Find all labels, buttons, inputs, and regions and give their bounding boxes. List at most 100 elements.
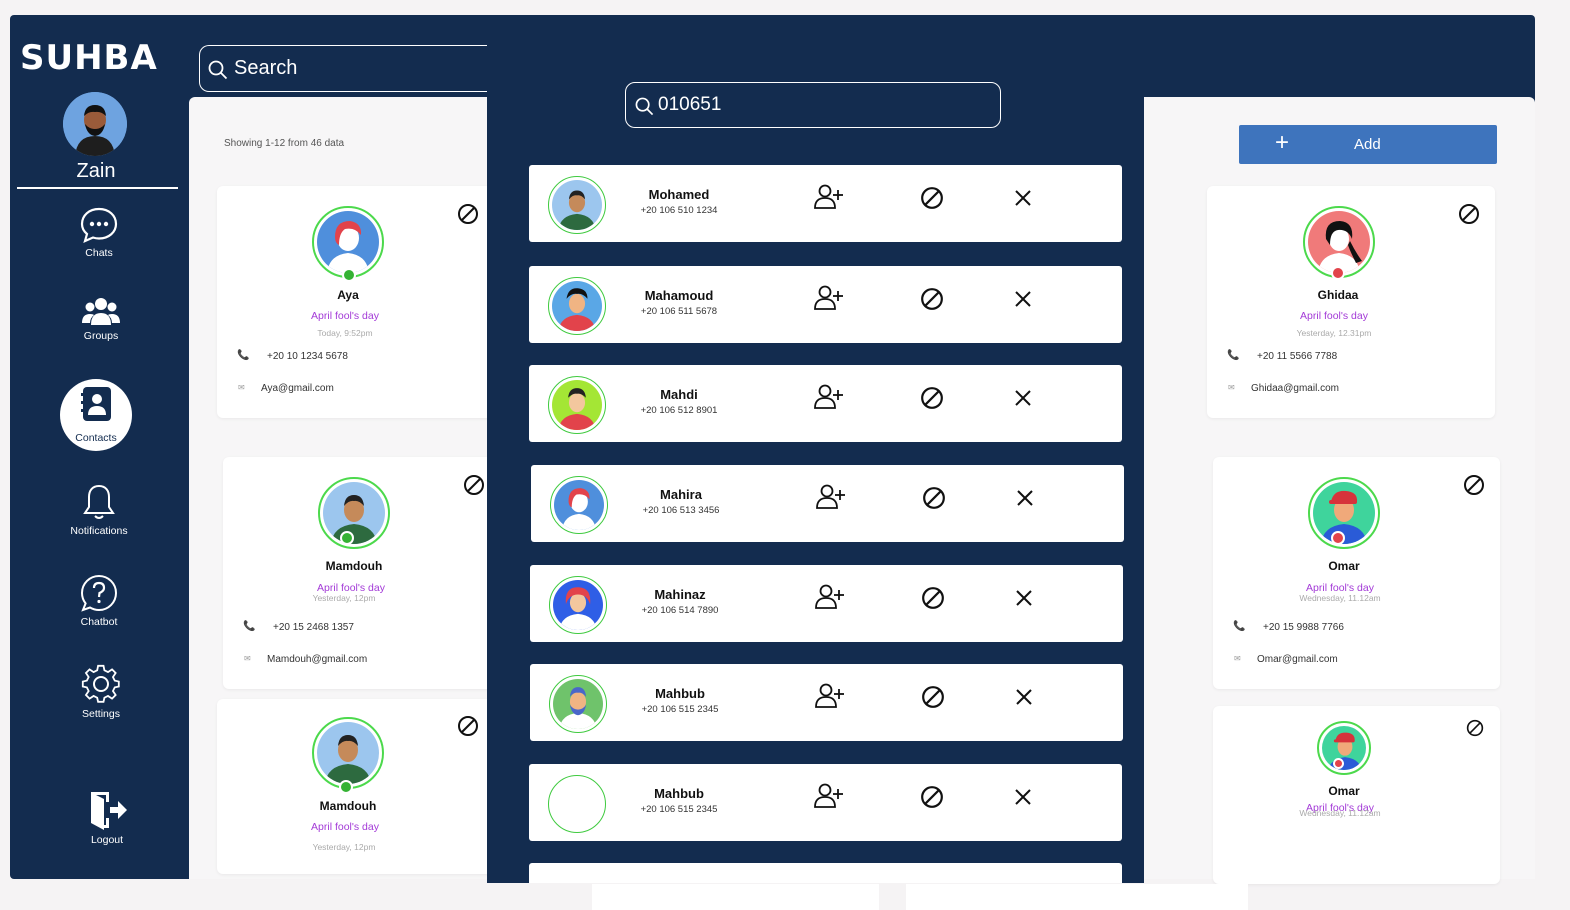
close-icon[interactable] <box>1013 289 1033 309</box>
phone-icon: 📞 <box>237 350 250 361</box>
nav-contacts[interactable]: Contacts <box>60 379 132 451</box>
add-contact-button[interactable]: + Add <box>1239 125 1497 164</box>
nav-groups[interactable]: Groups <box>41 296 161 342</box>
contact-card[interactable]: Omar April fool's day Wednesday, 11.12am <box>1213 706 1500 884</box>
contact-card[interactable]: Mamdouh April fool's day Yesterday, 12pm <box>217 699 492 874</box>
contact-time: Wednesday, 11.12am <box>1299 593 1381 603</box>
contact-phone: +20 15 2468 1357 <box>273 622 354 633</box>
contact-status: April fool's day <box>311 821 379 833</box>
user-avatar[interactable] <box>63 92 127 156</box>
block-icon[interactable] <box>457 203 479 225</box>
contact-phone: +20 11 5566 7788 <box>1257 351 1338 362</box>
close-icon[interactable] <box>1013 787 1033 807</box>
result-phone: +20 106 515 2345 <box>640 804 718 815</box>
result-avatar <box>549 576 607 634</box>
contact-avatar <box>1317 721 1371 775</box>
contact-card[interactable]: Aya April fool's day Today, 9:52pm 📞 +20… <box>217 186 492 418</box>
contact-card[interactable]: Mamdouh April fool's day Yesterday, 12pm… <box>223 457 493 689</box>
screen: SUHBA Zain Chats Groups Contacts Notific… <box>0 0 1570 910</box>
nav-label: Settings <box>82 708 120 720</box>
result-row-partial[interactable] <box>529 863 1122 883</box>
nav-chats[interactable]: Chats <box>39 207 159 259</box>
nav-logout[interactable]: Logout <box>47 790 167 846</box>
close-icon[interactable] <box>1014 687 1034 707</box>
result-avatar <box>550 476 608 534</box>
contact-name: Ghidaa <box>1317 288 1359 302</box>
add-contact-icon[interactable] <box>815 584 845 610</box>
contact-card[interactable]: Ghidaa April fool's day Yesterday, 12.31… <box>1207 186 1495 418</box>
block-icon[interactable] <box>921 685 945 709</box>
phone-icon: 📞 <box>243 621 256 632</box>
result-row[interactable]: Mahbub +20 106 515 2345 <box>530 664 1123 741</box>
result-avatar <box>548 277 606 335</box>
nav-label: Contacts <box>75 432 117 444</box>
close-icon[interactable] <box>1015 488 1035 508</box>
chat-bubble-icon <box>80 207 118 243</box>
result-avatar <box>548 176 606 234</box>
block-icon[interactable] <box>921 586 945 610</box>
background-panel <box>592 884 879 910</box>
result-row[interactable]: Mahamoud +20 106 511 5678 <box>529 266 1122 343</box>
contact-email: Aya@gmail.com <box>261 383 334 394</box>
add-contact-icon[interactable] <box>815 683 845 709</box>
block-icon[interactable] <box>920 186 944 210</box>
add-contact-icon[interactable] <box>814 184 844 210</box>
block-icon[interactable] <box>920 785 944 809</box>
block-icon[interactable] <box>463 474 485 496</box>
block-icon[interactable] <box>920 287 944 311</box>
add-contact-icon[interactable] <box>814 384 844 410</box>
contact-name: Omar <box>1328 784 1360 798</box>
result-row[interactable]: Mahbub +20 106 515 2345 <box>529 764 1122 841</box>
result-row[interactable]: Mohamed +20 106 510 1234 <box>529 165 1122 242</box>
result-row[interactable]: Mahinaz +20 106 514 7890 <box>530 565 1123 642</box>
close-icon[interactable] <box>1013 188 1033 208</box>
nav-settings[interactable]: Settings <box>41 664 161 720</box>
search-icon <box>208 60 228 80</box>
search-results-panel: 010651 Mohamed +20 106 510 1234 Mahamoud… <box>487 15 1144 883</box>
close-icon[interactable] <box>1013 388 1033 408</box>
result-phone: +20 106 510 1234 <box>640 205 718 216</box>
add-contact-icon[interactable] <box>814 783 844 809</box>
contact-time: Yesterday, 12.31pm <box>1296 328 1372 338</box>
bell-icon <box>83 484 115 519</box>
add-contact-icon[interactable] <box>816 484 846 510</box>
contact-time: Today, 9:52pm <box>317 328 373 338</box>
result-row[interactable]: Mahira +20 106 513 3456 <box>531 465 1124 542</box>
result-name: Mahbub <box>654 786 704 801</box>
search-input[interactable]: Search <box>199 45 499 92</box>
nav-notifications[interactable]: Notifications <box>39 483 159 537</box>
contact-email: Ghidaa@gmail.com <box>1251 383 1339 394</box>
pagination-summary: Showing 1-12 from 46 data <box>224 138 345 149</box>
mail-icon: ✉ <box>238 383 245 392</box>
close-icon[interactable] <box>1014 588 1034 608</box>
help-circle-icon <box>80 574 118 612</box>
block-icon[interactable] <box>920 386 944 410</box>
phone-icon: 📞 <box>1233 621 1246 632</box>
contact-card[interactable]: Omar April fool's day Wednesday, 11.12am… <box>1213 457 1500 689</box>
block-icon[interactable] <box>922 486 946 510</box>
result-avatar <box>548 376 606 434</box>
block-icon[interactable] <box>1463 474 1485 496</box>
search-value: 010651 <box>658 94 722 115</box>
contact-avatar <box>312 717 384 789</box>
mail-icon: ✉ <box>1234 654 1241 663</box>
nav-label: Chats <box>85 247 113 259</box>
gear-icon <box>81 664 120 703</box>
block-icon[interactable] <box>1466 719 1484 737</box>
result-row[interactable]: Mahdi +20 106 512 8901 <box>529 365 1122 442</box>
phone-search-input[interactable]: 010651 <box>625 82 1001 128</box>
background-panel <box>906 884 1248 910</box>
online-status-dot <box>339 780 353 794</box>
add-label: Add <box>1354 136 1381 153</box>
add-contact-icon[interactable] <box>814 285 844 311</box>
contact-name: Omar <box>1328 559 1360 573</box>
contact-name: Mamdouh <box>325 559 383 573</box>
contact-email: Mamdouh@gmail.com <box>267 654 368 665</box>
online-status-dot <box>342 268 356 282</box>
nav-label: Chatbot <box>80 616 118 628</box>
block-icon[interactable] <box>457 715 479 737</box>
result-name: Mahira <box>660 487 702 502</box>
block-icon[interactable] <box>1458 203 1480 225</box>
mail-icon: ✉ <box>244 654 251 663</box>
nav-chatbot[interactable]: Chatbot <box>39 574 159 628</box>
